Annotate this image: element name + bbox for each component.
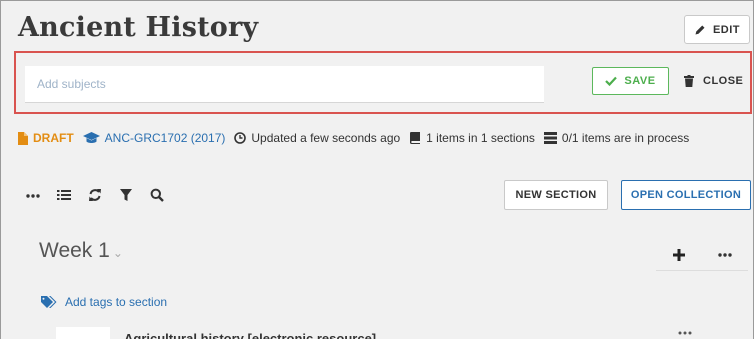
add-tags-link[interactable]: Add tags to section: [41, 295, 167, 309]
list-meta: DRAFT ANC-GRC1702 (2017) Updated a few s…: [18, 129, 698, 147]
tasks-icon: [543, 132, 557, 144]
edit-label: EDIT: [712, 23, 741, 36]
page-frame: Ancient History EDIT SAVE CLOSE: [0, 0, 754, 339]
section-actions: [656, 239, 748, 271]
list-icon[interactable]: [57, 188, 71, 202]
item-thumbnail[interactable]: [56, 327, 110, 339]
more-icon[interactable]: [26, 188, 40, 202]
book-icon: [410, 132, 421, 144]
checkmark-icon: [605, 76, 618, 86]
edit-button[interactable]: EDIT: [684, 15, 750, 44]
updated-text: Updated a few seconds ago: [251, 131, 401, 145]
section-title-text: Week 1: [39, 239, 110, 262]
section-title[interactable]: Week 1 ⌄: [39, 239, 123, 263]
trash-icon: [684, 75, 694, 87]
refresh-icon[interactable]: [88, 188, 102, 202]
clock-icon: [234, 132, 247, 144]
more-icon[interactable]: [677, 329, 693, 337]
save-label: SAVE: [624, 75, 656, 87]
save-button[interactable]: SAVE: [592, 67, 669, 95]
page-title: Ancient History: [18, 12, 259, 43]
filter-icon[interactable]: [119, 188, 133, 202]
course-code: ANC-GRC1702 (2017): [104, 131, 226, 145]
new-section-button[interactable]: NEW SECTION: [504, 180, 608, 210]
tags-icon: [41, 296, 57, 308]
file-icon: [18, 131, 28, 145]
open-collection-button[interactable]: OPEN COLLECTION: [621, 180, 751, 210]
status-text: DRAFT: [33, 131, 74, 145]
item-title[interactable]: Agricultural history [electronic resourc…: [124, 331, 376, 339]
status-badge: DRAFT: [18, 131, 74, 145]
list-toolbar: [26, 185, 164, 205]
subjects-input[interactable]: [25, 66, 544, 103]
process-info: 0/1 items are in process: [543, 131, 690, 145]
subjects-editor: SAVE CLOSE: [14, 51, 752, 114]
items-text: 1 items in 1 sections: [426, 131, 535, 145]
chevron-down-icon: ⌄: [112, 246, 123, 260]
process-text: 0/1 items are in process: [561, 131, 690, 145]
graduation-cap-icon: [82, 132, 100, 143]
course-link[interactable]: ANC-GRC1702 (2017): [82, 131, 226, 145]
close-label: CLOSE: [703, 75, 744, 87]
close-button[interactable]: CLOSE: [684, 67, 743, 95]
updated-info: Updated a few seconds ago: [234, 131, 400, 145]
search-icon[interactable]: [150, 188, 164, 202]
more-icon[interactable]: [717, 252, 732, 257]
items-info: 1 items in 1 sections: [409, 131, 535, 145]
pencil-icon: [695, 25, 705, 34]
add-tags-label: Add tags to section: [65, 295, 168, 309]
plus-icon[interactable]: [672, 248, 685, 261]
